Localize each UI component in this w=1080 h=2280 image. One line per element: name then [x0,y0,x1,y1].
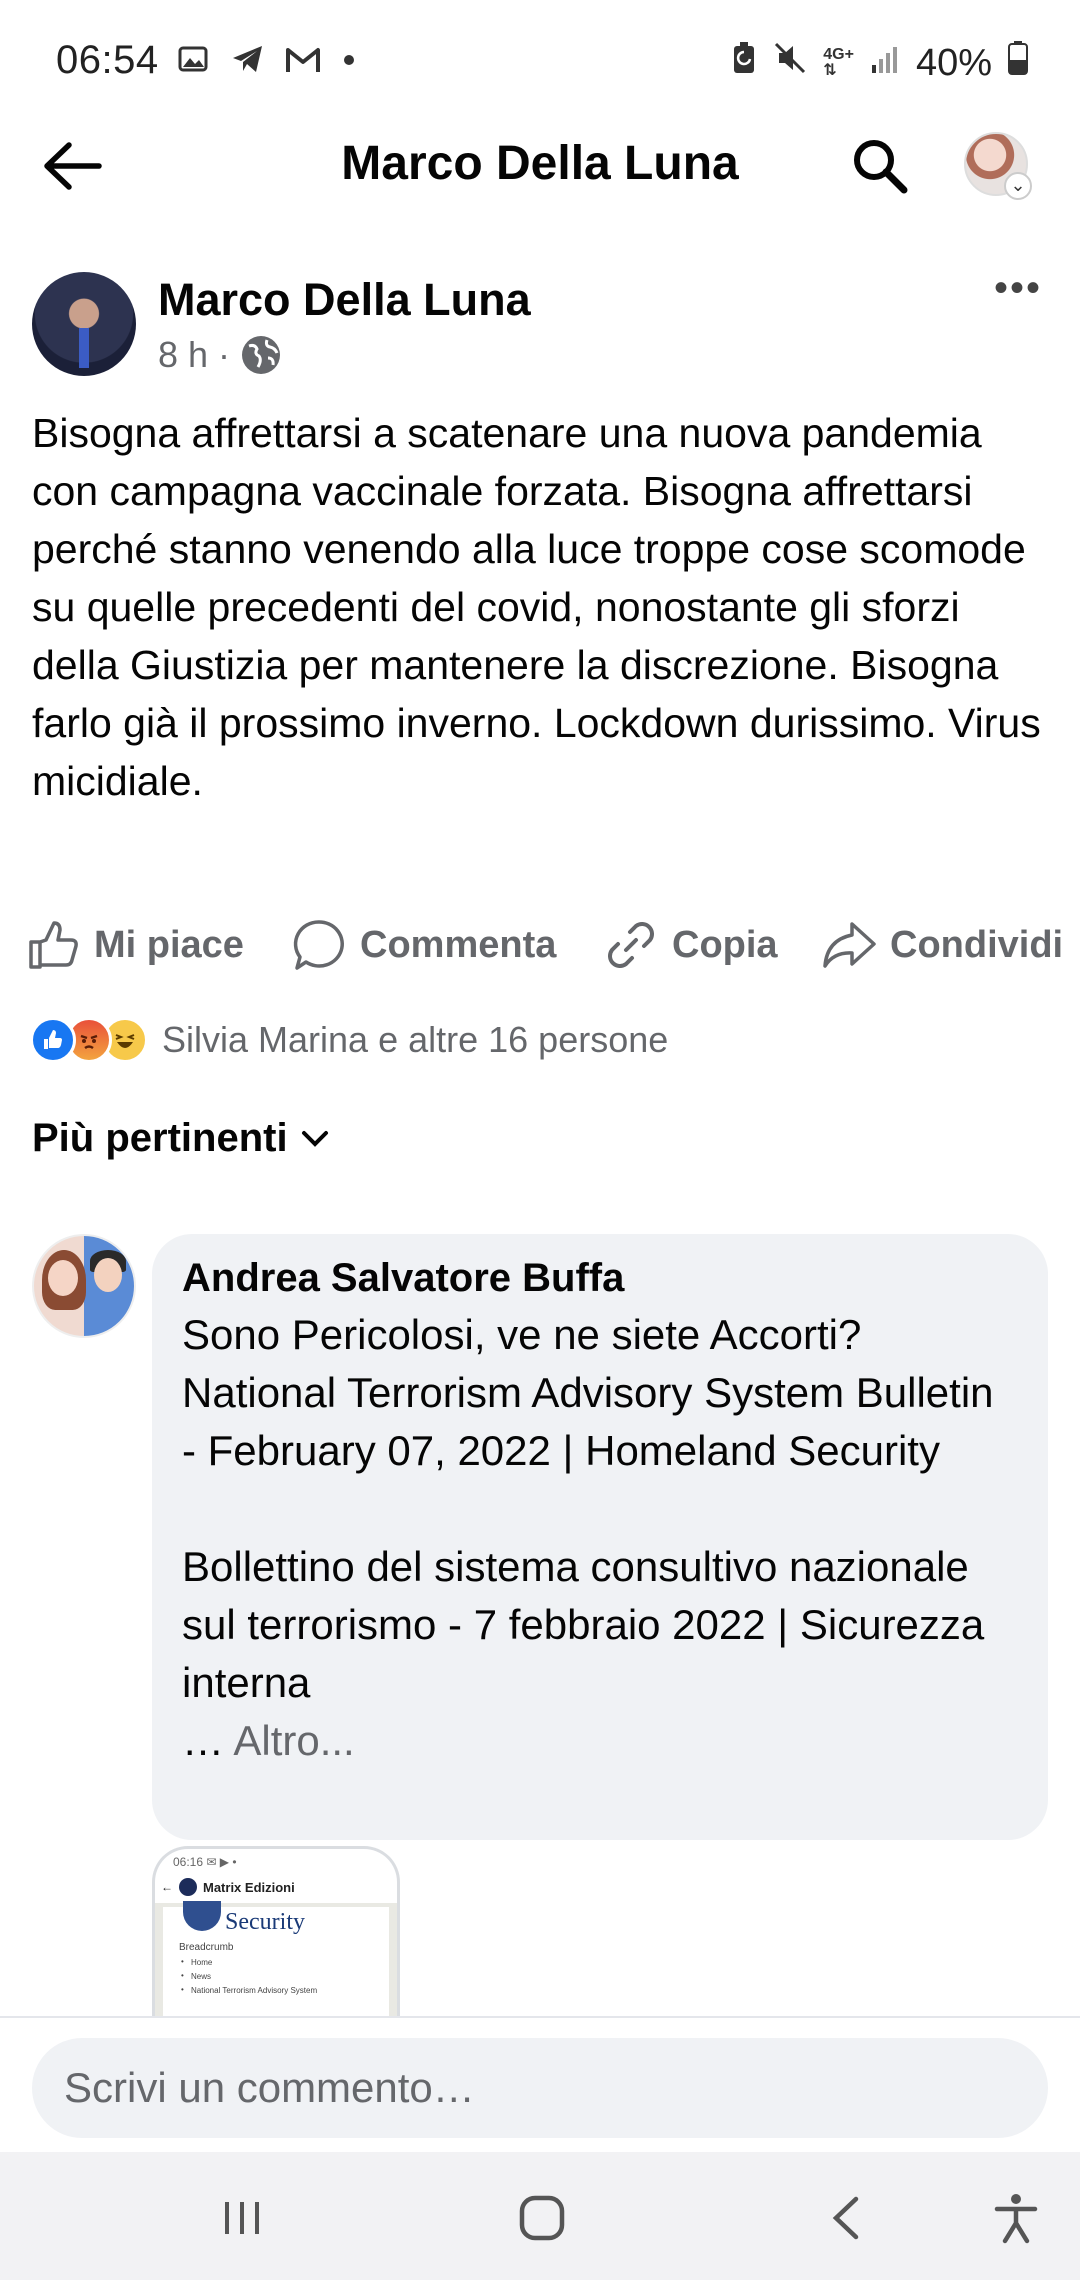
top-header: Marco Della Luna ⌄ [0,120,1080,212]
page: 06:54 4G+ ⇅ 40% Marco Della Luna ⌄ Marco… [0,0,1080,2280]
comment-icon [293,920,344,970]
share-label: Condividi [890,923,1064,966]
comment-attachment-image[interactable]: 06:16 ✉ ▶ • ← Matrix Edizioni Security B… [152,1846,400,2016]
comment-author[interactable]: Andrea Salvatore Buffa [182,1254,1018,1302]
search-button[interactable] [848,134,912,198]
post-options-button[interactable]: ••• [988,268,1048,318]
attachment-header: ← Matrix Edizioni [161,1878,295,1896]
see-more-label: Altro... [233,1717,355,1764]
like-reaction-icon [30,1017,76,1063]
search-icon [854,140,908,194]
comment-label: Commenta [360,923,557,966]
thumbs-up-icon [29,921,78,969]
accessibility-button[interactable] [986,2188,1046,2248]
post-actions: Mi piace Commenta Copia Condividi [0,910,1080,982]
attachment-page-name: Matrix Edizioni [203,1879,295,1895]
post-author-name[interactable]: Marco Della Luna [158,274,531,326]
author-avatar[interactable] [32,272,136,376]
share-button[interactable]: Condividi [822,918,1063,972]
attachment-status: 06:16 ✉ ▶ • [173,1855,237,1869]
comment-button[interactable]: Commenta [292,918,556,972]
copy-label: Copia [672,923,778,966]
meta-separator: · [218,334,231,375]
comment-sort-dropdown[interactable]: Più pertinenti [32,1116,330,1161]
post-text: Bisogna affrettarsi a scatenare una nuov… [32,410,1041,804]
dot-icon [339,42,375,78]
like-button[interactable]: Mi piace [26,918,244,972]
battery-icon [1008,40,1028,86]
comment-input[interactable] [32,2038,1048,2138]
commenter-avatar[interactable] [32,1234,136,1338]
see-more-link[interactable]: … Altro... [182,1712,1018,1770]
recent-apps-button[interactable] [212,2188,272,2248]
back-icon [832,2196,859,2240]
post-meta: 8 h · [158,334,282,376]
page-title: Marco Della Luna [341,137,739,190]
comment-bubble: Andrea Salvatore Buffa Sono Pericolosi, … [152,1234,1048,1840]
accessibility-icon [994,2194,1038,2244]
gmail-icon [285,42,321,78]
battery-text: 40% [915,41,992,84]
comment-composer [0,2016,1080,2152]
copy-button[interactable]: Copia [604,918,778,972]
signal-icon [870,42,900,85]
system-back-button[interactable] [816,2188,876,2248]
mute-icon [773,41,807,85]
like-label: Mi piace [94,923,244,966]
comment-paragraph: Bollettino del sistema consultivo nazion… [182,1543,985,1706]
reactions-text: Silvia Marina e altre 16 persone [162,1019,669,1060]
globe-icon [242,336,281,374]
status-bar: 06:54 4G+ ⇅ 40% [0,0,1080,120]
home-button[interactable] [512,2188,572,2248]
attachment-section: Breadcrumb [179,1942,234,1953]
battery-saver-icon [731,41,757,85]
image-icon [177,42,213,78]
attachment-item: National Terrorism Advisory System [179,1985,373,1995]
share-icon [823,922,876,968]
ellipsis: … [182,1717,234,1764]
status-time: 06:54 [56,37,159,82]
recent-apps-icon [225,2202,259,2234]
attachment-body: Security Breadcrumb Home News National T… [155,1901,397,2016]
post-header: Marco Della Luna 8 h · ••• [32,268,1048,382]
reactions-summary[interactable]: Silvia Marina e altre 16 persone [30,1014,668,1066]
sort-label: Più pertinenti [32,1116,288,1160]
system-nav-bar [0,2152,1080,2280]
attachment-title: Security [179,1901,373,1936]
chevron-down-icon: ⌄ [1004,172,1032,200]
home-icon [519,2195,565,2241]
profile-menu-avatar[interactable]: ⌄ [964,132,1032,200]
attachment-item: News [179,1971,373,1981]
link-icon [608,922,654,968]
post-time[interactable]: 8 h [158,334,208,376]
comment-paragraph: Sono Pericolosi, ve ne siete Accorti? Na… [182,1311,994,1474]
comment-text: Sono Pericolosi, ve ne siete Accorti? Na… [182,1306,1018,1712]
attachment-item: Home [179,1957,373,1967]
network-4g-icon: 4G+ ⇅ [823,46,854,79]
chevron-down-icon [301,1130,328,1147]
telegram-icon [231,42,267,78]
